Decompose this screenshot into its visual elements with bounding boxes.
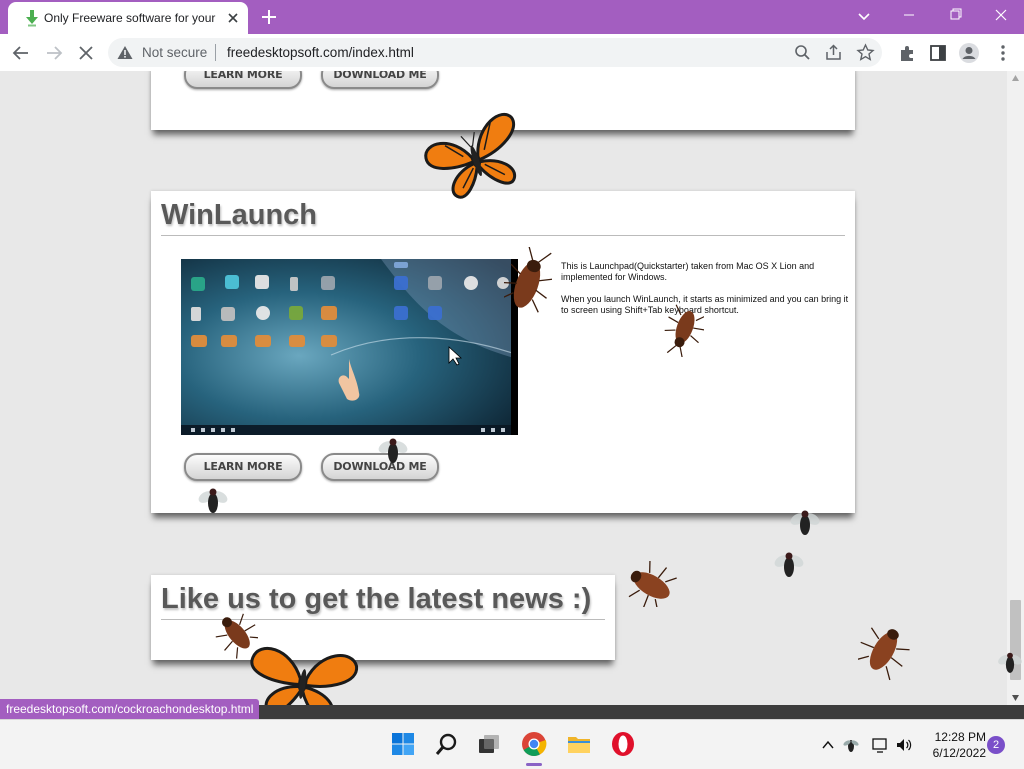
chevron-up-icon[interactable] [819,736,837,754]
chrome-icon[interactable] [521,731,547,757]
fly-icon [998,652,1022,673]
stop-loading-icon[interactable] [75,42,97,64]
scroll-up-arrow-icon[interactable] [1011,74,1020,82]
clock-date: 6/12/2022 [932,746,986,760]
cockroach-icon [504,247,552,313]
new-tab-icon[interactable] [258,6,280,28]
link-status-bubble: freedesktopsoft.com/cockroachondesktop.h… [0,699,260,719]
tab-strip: Only Freeware software for your [0,0,1024,34]
butterfly-icon [424,112,516,199]
tab-title: Only Freeware software for your [44,11,216,25]
fly-icon [774,552,804,577]
description-paragraph-1: This is Launchpad(Quickstarter) taken fr… [561,261,815,282]
fly-icon [378,438,408,463]
cockroach-icon [858,627,910,681]
opera-icon[interactable] [610,731,636,757]
learn-more-button[interactable]: LEARN MORE [184,71,302,89]
share-icon[interactable] [824,43,843,62]
extensions-icon[interactable] [896,42,918,64]
scroll-down-arrow-icon[interactable] [1011,694,1020,702]
zoom-icon[interactable] [793,43,812,62]
page-scrollbar[interactable] [1007,71,1024,705]
title-divider [161,235,845,236]
fly-tray-icon[interactable] [842,736,860,754]
start-icon[interactable] [390,731,416,757]
cockroach-icon [215,613,258,659]
back-arrow-icon[interactable] [10,42,32,64]
file-explorer-icon[interactable] [566,731,592,757]
close-window-icon[interactable] [978,0,1024,30]
url-text[interactable]: freedesktopsoft.com/index.html [227,45,414,60]
task-view-icon[interactable] [476,731,502,757]
warning-icon[interactable] [117,45,133,60]
fly-icon [198,488,228,513]
notification-badge[interactable]: 2 [987,736,1005,754]
address-bar[interactable]: Not secure freedesktopsoft.com/index.htm… [108,38,882,67]
omnibox-divider [215,44,216,61]
security-label[interactable]: Not secure [142,45,207,60]
chevron-down-icon[interactable] [854,6,874,26]
taskbar-clock[interactable]: 12:28 PM 6/12/2022 [916,729,986,761]
winlaunch-screenshot[interactable] [181,259,518,435]
forward-arrow-icon[interactable] [43,42,65,64]
clock-time: 12:28 PM [934,730,986,744]
winlaunch-title: WinLaunch [161,199,318,231]
browser-tab[interactable]: Only Freeware software for your [8,2,248,34]
page-viewport: LEARN MORE DOWNLOAD ME WinLaunch This is… [0,71,1007,705]
profile-avatar-icon[interactable] [958,42,980,64]
butterfly-icon [250,647,359,705]
download-me-button[interactable]: DOWNLOAD ME [321,71,439,89]
minimize-icon[interactable] [886,0,932,30]
winlaunch-description: This is Launchpad(Quickstarter) taken fr… [561,261,851,327]
browser-toolbar: Not secure freedesktopsoft.com/index.htm… [0,34,1024,72]
winlaunch-card: WinLaunch This is Launchpad(Quickstarter… [151,191,855,513]
kebab-menu-icon[interactable] [992,42,1014,64]
network-icon[interactable] [871,736,889,754]
description-paragraph-2: When you launch WinLaunch, it starts as … [561,294,849,315]
close-tab-icon[interactable] [225,10,241,26]
download-arrow-icon [26,10,38,27]
taskbar: 12:28 PM 6/12/2022 2 [0,719,1024,769]
running-indicator [526,763,542,766]
cockroach-icon [628,561,677,607]
restore-icon[interactable] [932,0,978,30]
learn-more-button[interactable]: LEARN MORE [184,453,302,481]
volume-icon[interactable] [895,736,913,754]
fly-icon [790,510,820,535]
cockroach-icon [664,304,704,357]
bookmark-star-icon[interactable] [856,43,875,62]
search-icon[interactable] [434,731,460,757]
side-panel-icon[interactable] [927,42,949,64]
